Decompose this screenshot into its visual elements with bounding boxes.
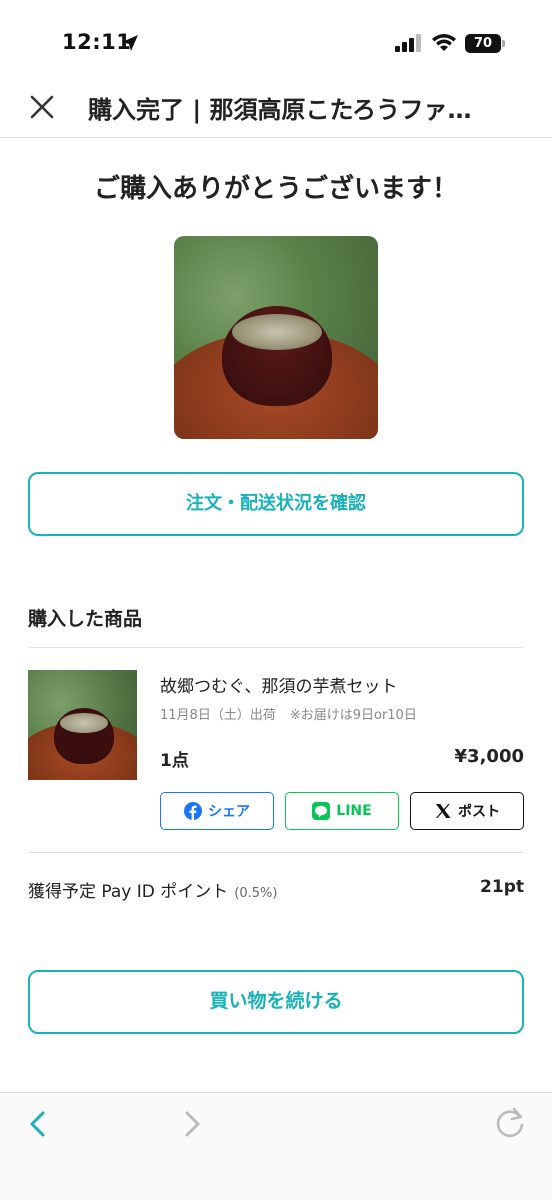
line-icon — [312, 802, 331, 820]
facebook-share-label: シェア — [208, 804, 250, 820]
line-share-label: LINE — [336, 803, 372, 819]
points-label: 獲得予定 Pay ID ポイント — [28, 882, 229, 902]
continue-shopping-button[interactable]: 買い物を続ける — [28, 970, 524, 1034]
page-header: 購入完了 | 那須高原こたろうファ… — [0, 78, 552, 138]
forward-icon[interactable] — [180, 1109, 204, 1139]
reload-icon[interactable] — [492, 1105, 528, 1141]
points-value: 21pt — [480, 877, 524, 897]
delivery-note: ※お届けは9日or10日 — [289, 708, 417, 723]
product-hero-image — [174, 236, 378, 439]
order-status-button[interactable]: 注文・配送状況を確認 — [28, 472, 524, 536]
signal-icon — [395, 34, 421, 52]
line-share-button[interactable]: LINE — [285, 792, 399, 830]
ship-date: 11月8日（土）出荷 — [160, 708, 276, 723]
thanks-message: ご購入ありがとうございます！ — [93, 174, 458, 204]
battery-icon: 70 — [465, 34, 505, 53]
facebook-share-button[interactable]: シェア — [160, 792, 274, 830]
x-post-label: ポスト — [458, 804, 500, 820]
close-icon[interactable] — [27, 92, 57, 122]
points-rate: (0.5%) — [234, 886, 278, 901]
page-title: 購入完了 | 那須高原こたろうファ… — [88, 96, 472, 124]
back-icon[interactable] — [26, 1109, 50, 1139]
x-icon — [436, 804, 451, 818]
product-name[interactable]: 故郷つむぐ、那須の芋煮セット — [160, 672, 398, 697]
product-price: ¥3,000 — [454, 746, 524, 767]
x-post-button[interactable]: ポスト — [410, 792, 524, 830]
wifi-icon — [432, 34, 456, 51]
divider — [28, 647, 524, 648]
product-quantity: 1点 — [160, 751, 189, 771]
facebook-icon — [184, 802, 202, 820]
status-bar: 12:11 70 — [0, 0, 552, 90]
points-label-line: 獲得予定 Pay ID ポイント (0.5%) — [28, 877, 277, 902]
browser-toolbar — [0, 1092, 552, 1200]
purchased-section-title: 購入した商品 — [28, 608, 143, 630]
product-thumbnail[interactable] — [28, 670, 137, 780]
location-arrow-icon — [122, 35, 138, 51]
divider — [28, 852, 524, 853]
ship-date-line: 11月8日（土）出荷 ※お届けは9日or10日 — [160, 704, 417, 723]
battery-level: 70 — [465, 34, 501, 53]
